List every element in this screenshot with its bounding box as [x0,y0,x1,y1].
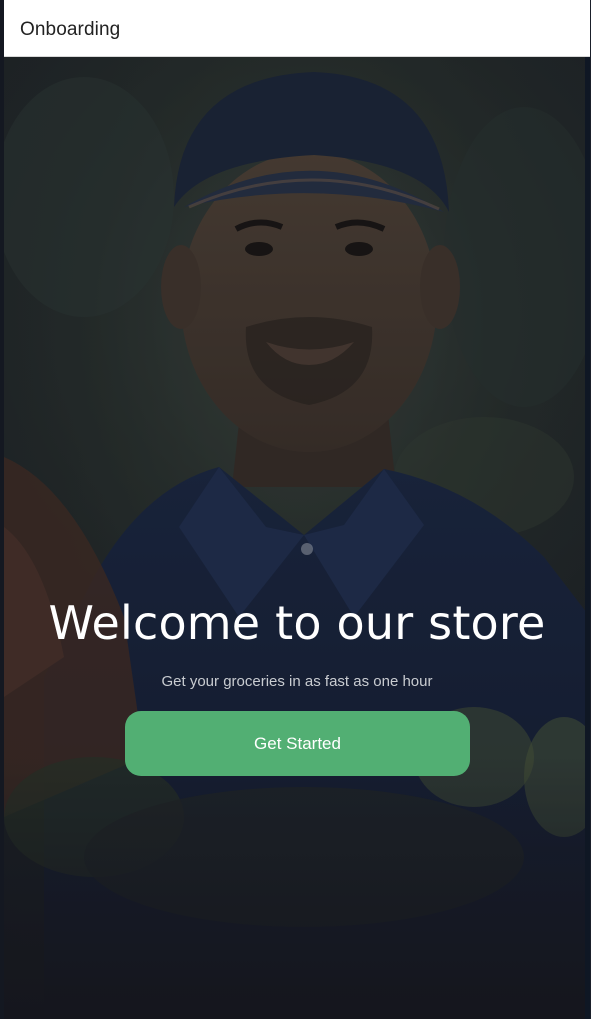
hero-background [4,57,590,1019]
titlebar: Onboarding [4,0,590,57]
welcome-subtitle: Get your groceries in as fast as one hou… [161,673,433,690]
app-window: Onboarding Welcome to our store Get your… [4,0,590,1019]
get-started-button[interactable]: Get Started [125,711,470,776]
welcome-headline: Welcome to our store [48,596,546,650]
window-title: Onboarding [20,19,121,40]
right-edge-bar [585,57,590,1019]
dark-overlay [4,57,590,1019]
